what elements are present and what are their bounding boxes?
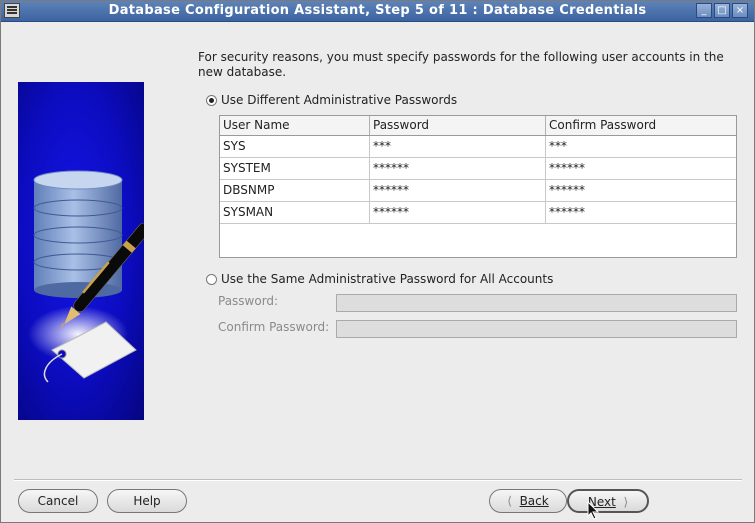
table-row: DBSNMP ****** ******: [220, 180, 736, 202]
user-name-cell: SYSMAN: [220, 202, 370, 223]
radio-same-password-label: Use the Same Administrative Password for…: [221, 272, 554, 286]
user-name-cell: DBSNMP: [220, 180, 370, 201]
minimize-button[interactable]: _: [696, 3, 712, 18]
dbca-window: Database Configuration Assistant, Step 5…: [0, 0, 755, 523]
confirm-password-cell[interactable]: ******: [546, 180, 736, 201]
confirm-password-field[interactable]: [336, 320, 737, 338]
confirm-password-cell[interactable]: ***: [546, 136, 736, 157]
chevron-left-icon: ⟨: [507, 494, 520, 508]
help-button[interactable]: Help: [107, 489, 187, 513]
maximize-button[interactable]: □: [714, 3, 730, 18]
wizard-illustration: [18, 82, 144, 420]
password-cell[interactable]: ***: [370, 136, 546, 157]
chevron-right-icon: ⟩: [615, 495, 629, 509]
intro-text: For security reasons, you must specify p…: [198, 50, 724, 79]
use-same-password-option[interactable]: Use the Same Administrative Password for…: [206, 272, 553, 286]
next-button[interactable]: Next ⟩: [567, 489, 649, 513]
user-name-cell: SYS: [220, 136, 370, 157]
confirm-password-label: Confirm Password:: [218, 320, 330, 334]
cancel-button[interactable]: Cancel: [18, 489, 98, 513]
user-name-cell: SYSTEM: [220, 158, 370, 179]
radio-different-passwords-label: Use Different Administrative Passwords: [221, 93, 458, 107]
password-label: Password:: [218, 294, 279, 308]
radio-same-password[interactable]: [206, 273, 217, 285]
database-pen-illustration: [28, 170, 144, 383]
back-button-label: Back: [519, 494, 549, 508]
column-header-password[interactable]: Password: [370, 116, 546, 135]
help-button-label: Help: [133, 494, 161, 508]
password-field[interactable]: [336, 294, 737, 312]
password-cell[interactable]: ******: [370, 202, 546, 223]
window-title: Database Configuration Assistant, Step 5…: [108, 3, 647, 18]
credentials-table: User Name Password Confirm Password SYS …: [219, 115, 737, 258]
use-different-passwords-option[interactable]: Use Different Administrative Passwords: [206, 93, 457, 107]
column-header-confirm-password[interactable]: Confirm Password: [546, 116, 736, 135]
radio-different-passwords[interactable]: [206, 94, 217, 106]
column-header-user-name[interactable]: User Name: [220, 116, 370, 135]
table-row: SYSMAN ****** ******: [220, 202, 736, 224]
close-button[interactable]: ×: [732, 3, 748, 18]
confirm-password-cell[interactable]: ******: [546, 158, 736, 179]
cancel-button-label: Cancel: [37, 494, 79, 508]
confirm-password-cell[interactable]: ******: [546, 202, 736, 223]
table-header: User Name Password Confirm Password: [220, 116, 736, 136]
table-row: SYSTEM ****** ******: [220, 158, 736, 180]
back-button[interactable]: ⟨ Back: [489, 489, 567, 513]
password-cell[interactable]: ******: [370, 180, 546, 201]
footer-divider: [14, 479, 742, 481]
title-bar[interactable]: Database Configuration Assistant, Step 5…: [1, 1, 754, 22]
table-row: SYS *** ***: [220, 136, 736, 158]
password-cell[interactable]: ******: [370, 158, 546, 179]
